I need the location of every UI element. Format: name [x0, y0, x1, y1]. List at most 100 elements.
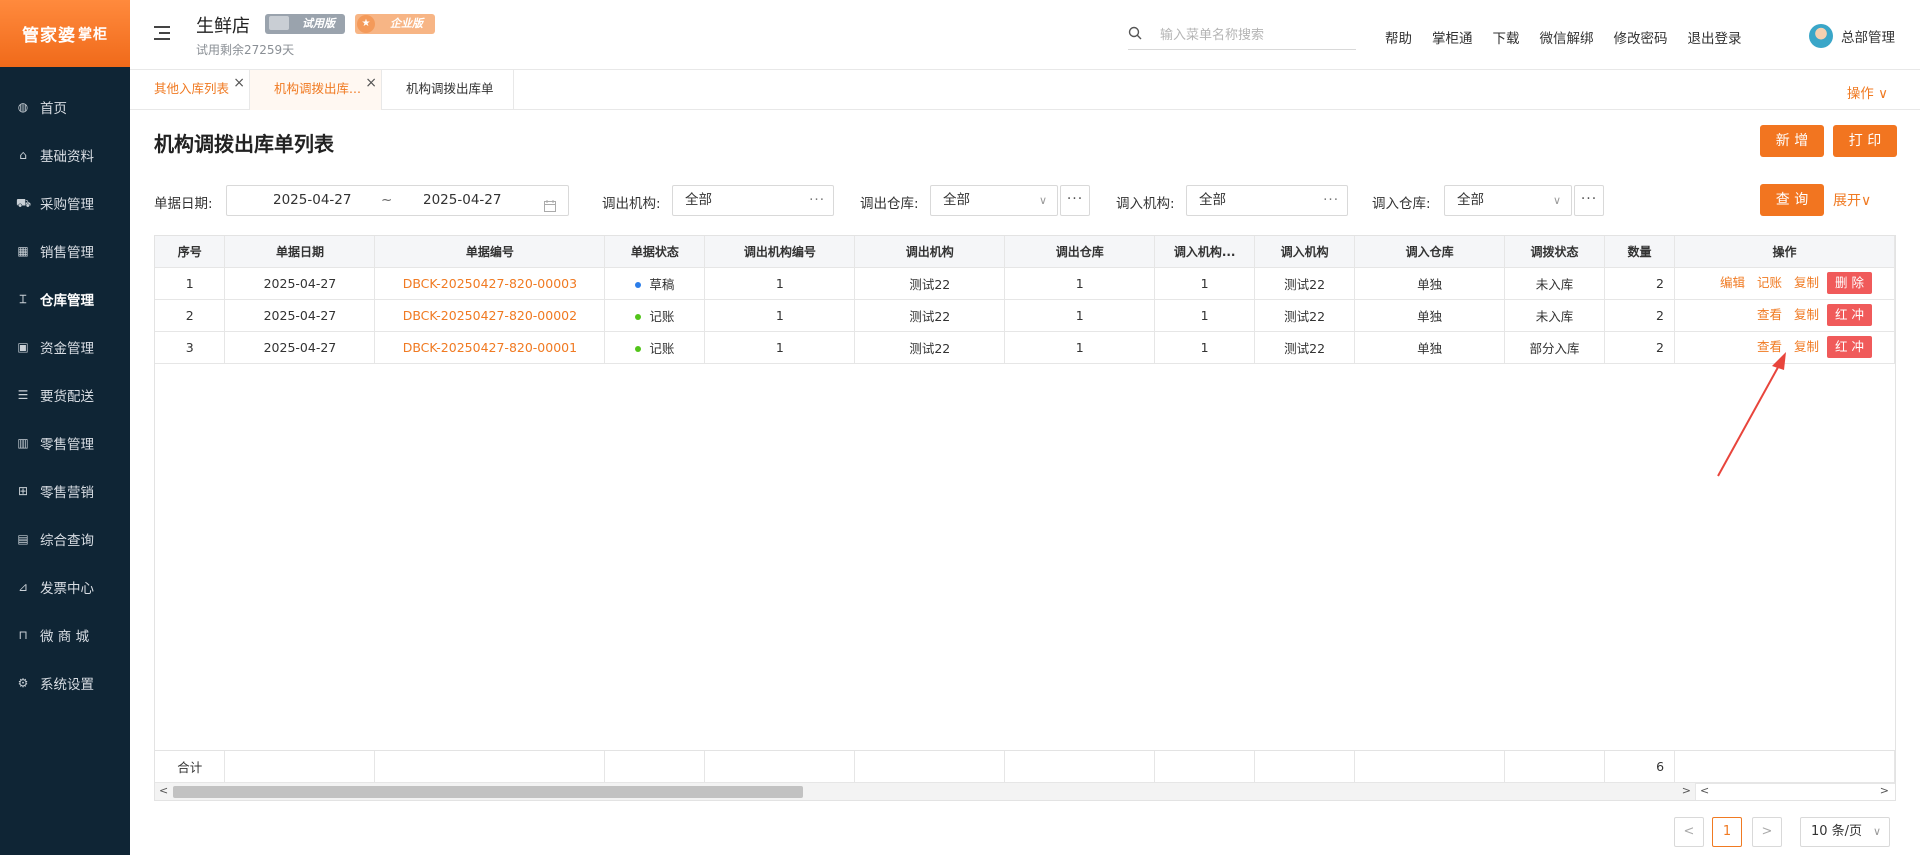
row-action-link[interactable]: 复制 — [1794, 339, 1819, 354]
trend-icon: ⊿ — [17, 580, 29, 594]
sidebar-item[interactable]: ⌂ 基础资料 — [0, 131, 130, 179]
sidebar-item[interactable]: ◍ 首页 — [0, 83, 130, 131]
more-icon[interactable]: ··· — [1323, 186, 1339, 215]
column-header[interactable]: 调入机构... — [1154, 236, 1256, 268]
scroll-right-icon[interactable]: > — [1682, 784, 1691, 797]
sidebar-item[interactable]: ⛟ 采购管理 — [0, 179, 130, 227]
cell-status: 草稿 — [604, 267, 706, 300]
row-action-link[interactable]: 复制 — [1794, 275, 1819, 290]
row-action-link[interactable]: 查看 — [1757, 339, 1782, 354]
chevron-down-icon: ∨ — [1038, 194, 1047, 207]
out-wh-more-button[interactable]: ··· — [1060, 185, 1090, 216]
out-org-select[interactable]: 全部 ··· — [672, 185, 834, 216]
table-row[interactable]: 1 2025-04-27 DBCK-20250427-820-00003 草稿 1 测试2… — [155, 267, 1896, 300]
user-menu[interactable]: 总部管理 — [1809, 24, 1895, 48]
sidebar-item[interactable]: ▦ 销售管理 — [0, 227, 130, 275]
column-header[interactable]: 调入机构 — [1254, 236, 1356, 268]
column-header[interactable]: 操作 — [1674, 236, 1896, 268]
sidebar-item[interactable]: ▥ 零售管理 — [0, 419, 130, 467]
help-link[interactable]: 帮助 — [1385, 27, 1412, 47]
close-icon[interactable]: × — [233, 64, 245, 102]
wechat-unbind-link[interactable]: 微信解绑 — [1540, 27, 1594, 47]
edition-badge: 企业版 — [355, 14, 435, 34]
sidebar: 管家婆 掌柜 ◍ 首页 ⌂ 基础资料 ⛟ 采购管理 ▦ 销售管理 ⌶ 仓库管理 ▣ 资金管理 ☰ 要货配送 ▥… — [0, 0, 130, 855]
bank-icon: ⌶ — [19, 292, 27, 306]
page-number-button[interactable]: 1 — [1712, 817, 1742, 847]
search-input[interactable] — [1160, 24, 1350, 46]
sidebar-item-label: 系统设置 — [40, 677, 94, 693]
cell-qty: 2 — [1604, 331, 1675, 364]
column-header[interactable]: 调出机构编号 — [704, 236, 856, 268]
status-text: 草稿 — [649, 276, 675, 292]
cart-icon: ⛟ — [16, 196, 32, 210]
table-row[interactable]: 3 2025-04-27 DBCK-20250427-820-00001 记账 1 测试2… — [155, 331, 1896, 364]
sidebar-item[interactable]: ⚙ 系统设置 — [0, 659, 130, 707]
row-action-link[interactable]: 记账 — [1757, 275, 1782, 290]
column-header[interactable]: 调出机构 — [854, 236, 1006, 268]
tab-transfer-out-list[interactable]: 机构调拨出库... × — [250, 70, 382, 110]
date-range-picker[interactable]: 2025-04-27 ~ 2025-04-27 — [226, 185, 569, 216]
row-danger-button[interactable]: 红 冲 — [1827, 336, 1872, 358]
column-header[interactable]: 调出仓库 — [1004, 236, 1156, 268]
table-row[interactable]: 2 2025-04-27 DBCK-20250427-820-00002 记账 1 测试2… — [155, 299, 1896, 332]
sidebar-item[interactable]: ▤ 综合查询 — [0, 515, 130, 563]
top-header: 生鲜店 试用版 企业版 试用剩余27259天 帮助 掌柜通 下载 微信解绑 修改… — [130, 0, 1920, 70]
calendar-icon — [544, 194, 556, 223]
page-size-select[interactable]: 10 条/页 ∨ — [1800, 817, 1890, 847]
cell-operations: 查看 复制红 冲 — [1674, 331, 1896, 364]
column-header[interactable]: 调拨状态 — [1504, 236, 1606, 268]
row-action-link[interactable]: 查看 — [1757, 307, 1782, 322]
list-icon: ☰ — [17, 388, 29, 402]
menu-toggle-icon[interactable] — [154, 26, 170, 40]
tab-other-inbound[interactable]: 其他入库列表 × — [130, 70, 251, 110]
next-page-button[interactable]: > — [1752, 817, 1782, 847]
header-links: 帮助 掌柜通 下载 微信解绑 修改密码 退出登录 — [1385, 27, 1762, 47]
column-header[interactable]: 单据日期 — [224, 236, 376, 268]
sidebar-item[interactable]: ☰ 要货配送 — [0, 371, 130, 419]
expand-filters-link[interactable]: 展开∨ — [1833, 190, 1871, 210]
horizontal-scrollbar[interactable]: < > — [155, 782, 1695, 800]
print-button[interactable]: 打 印 — [1833, 125, 1897, 157]
query-button[interactable]: 查 询 — [1760, 184, 1824, 216]
cell-code[interactable]: DBCK-20250427-820-00001 — [374, 331, 606, 364]
row-danger-button[interactable]: 红 冲 — [1827, 304, 1872, 326]
scroll-left-icon[interactable]: < — [159, 784, 168, 797]
ops-scrollbar[interactable]: < > — [1695, 782, 1895, 800]
cell-code[interactable]: DBCK-20250427-820-00003 — [374, 267, 606, 300]
sidebar-nav: ◍ 首页 ⌂ 基础资料 ⛟ 采购管理 ▦ 销售管理 ⌶ 仓库管理 ▣ 资金管理 ☰ 要货配送 ▥ 零售管理 ⊞ 零… — [0, 67, 130, 707]
zhanggui-link[interactable]: 掌柜通 — [1432, 27, 1473, 47]
row-action-link[interactable]: 复制 — [1794, 307, 1819, 322]
more-icon[interactable]: ··· — [809, 186, 825, 215]
add-button[interactable]: 新 增 — [1760, 125, 1824, 157]
sidebar-item[interactable]: ⌶ 仓库管理 — [0, 275, 130, 323]
column-header[interactable]: 单据状态 — [604, 236, 706, 268]
logout-link[interactable]: 退出登录 — [1688, 27, 1742, 47]
in-org-select[interactable]: 全部 ··· — [1186, 185, 1348, 216]
download-link[interactable]: 下载 — [1493, 27, 1520, 47]
close-icon[interactable]: × — [365, 64, 377, 102]
row-action-link[interactable]: 编辑 — [1720, 275, 1745, 290]
in-wh-more-button[interactable]: ··· — [1574, 185, 1604, 216]
sidebar-item[interactable]: ⊿ 发票中心 — [0, 563, 130, 611]
cell-transfer: 未入库 — [1504, 267, 1606, 300]
column-header[interactable]: 数量 — [1604, 236, 1675, 268]
prev-page-button[interactable]: < — [1674, 817, 1704, 847]
scroll-left-icon[interactable]: < — [1700, 784, 1709, 797]
sidebar-item[interactable]: ▣ 资金管理 — [0, 323, 130, 371]
column-header[interactable]: 调入仓库 — [1354, 236, 1506, 268]
row-danger-button[interactable]: 删 除 — [1827, 272, 1872, 294]
sidebar-item[interactable]: ⊓ 微 商 城 — [0, 611, 130, 659]
tab-transfer-out-doc[interactable]: 机构调拨出库单 — [382, 70, 515, 110]
scroll-right-icon[interactable]: > — [1880, 784, 1889, 797]
scroll-thumb[interactable] — [173, 786, 803, 798]
tab-operations-menu[interactable]: 操作 ∨ — [1847, 82, 1888, 102]
sidebar-item[interactable]: ⊞ 零售营销 — [0, 467, 130, 515]
change-password-link[interactable]: 修改密码 — [1614, 27, 1668, 47]
column-header[interactable]: 单据编号 — [374, 236, 606, 268]
out-wh-select[interactable]: 全部 ∨ — [930, 185, 1058, 216]
column-header[interactable]: 序号 — [155, 236, 226, 268]
in-wh-select[interactable]: 全部 ∨ — [1444, 185, 1572, 216]
sum-label: 合计 — [155, 751, 226, 784]
calendar-icon: ▦ — [17, 244, 29, 258]
cell-code[interactable]: DBCK-20250427-820-00002 — [374, 299, 606, 332]
